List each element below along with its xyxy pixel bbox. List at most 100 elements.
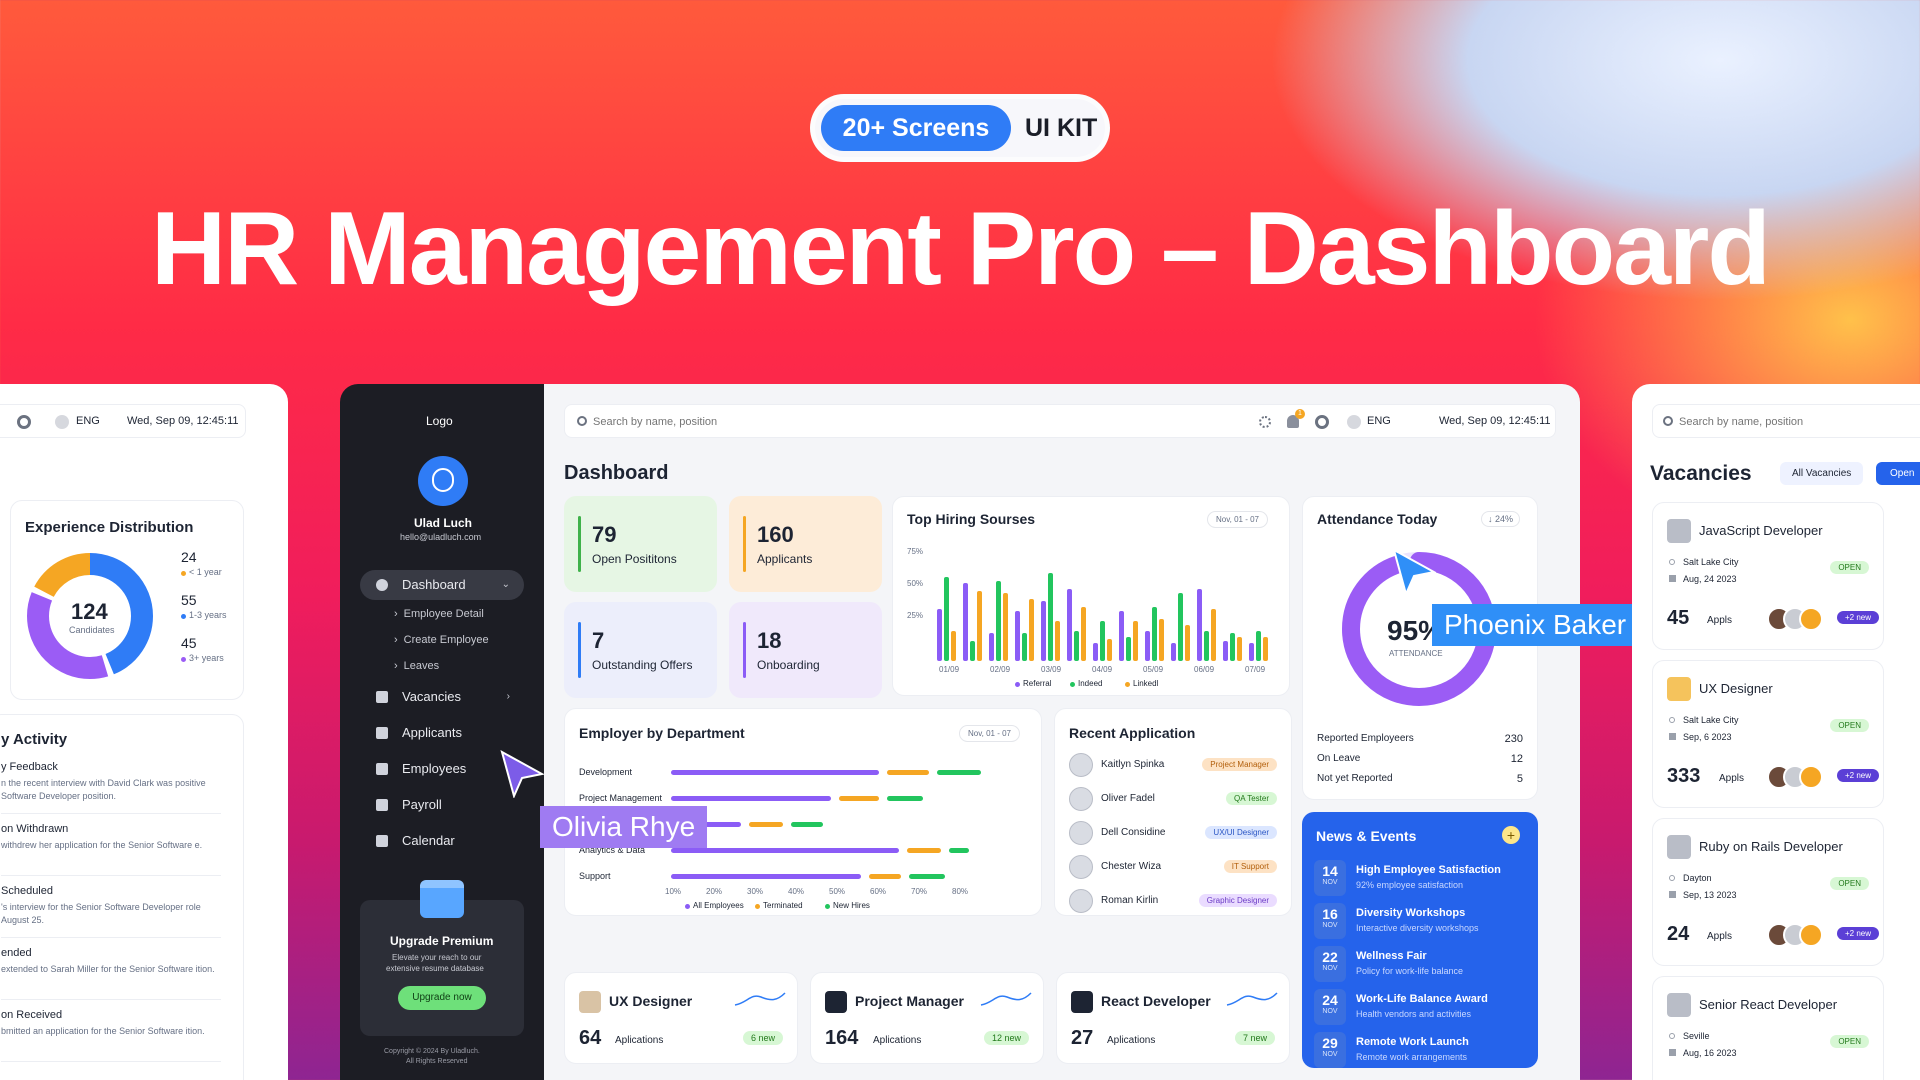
department-title: Employer by Department (579, 725, 745, 741)
search-input[interactable] (1679, 411, 1879, 433)
x-tick-label: 30% (747, 887, 764, 896)
hiring-bar (1197, 589, 1202, 661)
job-icon (1071, 991, 1093, 1013)
datetime: Wed, Sep 09, 12:45:11 (1439, 415, 1551, 427)
sidebar-subitem[interactable]: › Create Employee (394, 634, 489, 646)
legend-dot (1015, 682, 1020, 687)
applicant-name[interactable]: Kaitlyn Spinka (1101, 759, 1164, 770)
lang-select[interactable]: ENG (1367, 415, 1391, 427)
new-badge: 12 new (983, 1031, 1029, 1045)
job-card[interactable]: React Developer 27 Aplications 7 new (1056, 972, 1290, 1064)
sidebar-item-label: Employees (402, 761, 467, 776)
sidebar-subitem[interactable]: › Employee Detail (394, 608, 484, 620)
vacancy-card[interactable]: JavaScript Developer Salt Lake City Aug, 2… (1652, 502, 1884, 650)
hiring-range-select[interactable]: Nov, 01 - 07 (1207, 511, 1268, 528)
vacancy-city: Seville (1683, 1031, 1710, 1041)
role-badge: Graphic Designer (1198, 894, 1277, 907)
news-date: 16 NOV (1314, 903, 1346, 939)
search-input[interactable] (593, 411, 893, 433)
cursor-label-olivia: Olivia Rhye (540, 806, 708, 848)
location-icon (1669, 875, 1675, 881)
attendance-row-value: 5 (1516, 773, 1523, 785)
hiring-bar (1041, 601, 1046, 661)
y-tick-label: 25% (907, 611, 924, 620)
vacancy-card[interactable]: Senior React Developer Seville Aug, 16 202… (1652, 976, 1884, 1080)
briefcase-icon (376, 691, 388, 703)
news-item[interactable]: 24 NOV Work-Life Balance Award Health vendo… (1314, 989, 1524, 1025)
hiring-bar (1204, 631, 1209, 661)
news-item[interactable]: 14 NOV High Employee Satisfaction 92% emplo… (1314, 860, 1524, 896)
new-badge: +2 new (1837, 611, 1880, 624)
hiring-bar (963, 583, 968, 661)
lang-select[interactable]: ENG (76, 415, 100, 427)
vacancy-title: JavaScript Developer (1699, 523, 1823, 538)
sidebar-item-applicants[interactable]: Applicants (360, 718, 524, 748)
search-icon (577, 416, 587, 426)
sparkline (734, 992, 786, 1006)
job-icon (579, 991, 601, 1013)
applicant-name[interactable]: Dell Considine (1101, 827, 1165, 838)
job-card[interactable]: UX Designer 64 Aplications 6 new (564, 972, 798, 1064)
stat-accent (743, 516, 746, 572)
avatar (1069, 889, 1093, 913)
x-tick-label: 04/09 (1092, 665, 1113, 674)
news-item[interactable]: 16 NOV Diversity Workshops Interactive dive… (1314, 903, 1524, 939)
user-avatar[interactable] (418, 456, 468, 506)
calendar-icon (1669, 733, 1676, 740)
stat-value: 160 (757, 522, 794, 547)
ui-kit-label: UI KIT (1025, 114, 1098, 142)
x-tick-label: 40% (788, 887, 805, 896)
company-logo (1667, 519, 1691, 543)
department-bar (869, 874, 901, 879)
hero-pill: 20+ Screens UI KIT (810, 94, 1110, 162)
news-date: 29 NOV (1314, 1032, 1346, 1068)
company-logo (1667, 677, 1691, 701)
hiring-bar (1100, 621, 1105, 661)
department-label: Development (579, 767, 633, 777)
vacancy-card[interactable]: Ruby on Rails Developer Dayton Sep, 13 202… (1652, 818, 1884, 966)
news-month: NOV (1322, 965, 1338, 972)
open-button[interactable]: Open (1876, 462, 1920, 485)
all-vacancies-button[interactable]: All Vacancies (1780, 462, 1864, 485)
job-card[interactable]: Project Manager 164 Aplications 12 new (810, 972, 1044, 1064)
news-item[interactable]: 22 NOV Wellness Fair Policy for work-life b… (1314, 946, 1524, 982)
news-item-desc: Interactive diversity workshops (1356, 923, 1479, 933)
calendar-icon (1669, 575, 1676, 582)
job-title: UX Designer (609, 993, 693, 1009)
nav-dashboard[interactable]: Dashboard ⌄ (360, 570, 524, 600)
sidebar-item-calendar[interactable]: Calendar (360, 826, 524, 856)
calendar-icon (376, 835, 388, 847)
applicant-name[interactable]: Roman Kirlin (1101, 895, 1158, 906)
vacancy-card[interactable]: UX Designer Salt Lake City Sep, 6 2023 OPEN… (1652, 660, 1884, 808)
add-news-button[interactable]: + (1502, 826, 1520, 844)
applicant-name[interactable]: Chester Wiza (1101, 861, 1161, 872)
news-date: 24 NOV (1314, 989, 1346, 1025)
job-icon (825, 991, 847, 1013)
cursor-arrow-icon (500, 750, 544, 798)
department-range-select[interactable]: Nov, 01 - 07 (959, 725, 1020, 742)
avatar (1069, 855, 1093, 879)
activity-title: y Activity (1, 731, 68, 748)
news-day: 24 (1322, 992, 1338, 1008)
vacancy-title: Senior React Developer (1699, 997, 1838, 1012)
activity-item-desc: withdrew her application for the Senior … (1, 840, 203, 850)
stat-value: 18 (757, 628, 782, 653)
department-bar (749, 822, 783, 827)
gear-icon[interactable] (17, 415, 31, 429)
sun-icon[interactable] (1259, 416, 1271, 428)
upgrade-button[interactable]: Upgrade now (398, 986, 486, 1010)
department-label: Support (579, 871, 611, 881)
news-item-desc: Health vendors and activities (1356, 1009, 1472, 1019)
news-item[interactable]: 29 NOV Remote Work Launch Remote work arran… (1314, 1032, 1524, 1068)
sidebar-item-label: Payroll (402, 797, 442, 812)
activity-item-title: y Feedback (1, 761, 58, 773)
legend-dot (825, 904, 830, 909)
gear-icon[interactable] (1315, 415, 1329, 429)
applicant-name[interactable]: Oliver Fadel (1101, 793, 1155, 804)
sidebar-item-vacancies[interactable]: Vacancies › (360, 682, 524, 712)
avatar (1799, 765, 1823, 789)
sidebar-subitem[interactable]: › Leaves (394, 660, 439, 672)
legend-dot (1125, 682, 1130, 687)
legend-label: Linkedl (1133, 679, 1159, 688)
job-count: 64 (579, 1027, 602, 1049)
